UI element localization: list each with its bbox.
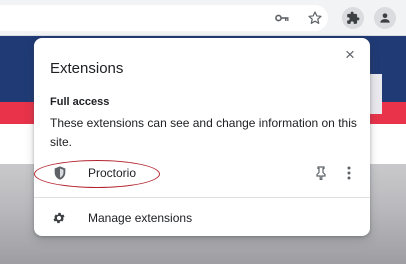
- shield-icon: [52, 165, 68, 181]
- page-header-element: [368, 74, 382, 114]
- browser-toolbar: [0, 0, 406, 36]
- extensions-popup: × Extensions Full access These extension…: [34, 38, 370, 236]
- puzzle-icon[interactable]: [342, 7, 364, 29]
- pin-icon[interactable]: [312, 164, 330, 182]
- manage-extensions-label: Manage extensions: [88, 211, 193, 225]
- extension-row-proctorio[interactable]: Proctorio: [34, 154, 370, 192]
- popup-title: Extensions: [50, 60, 124, 77]
- full-access-description: These extensions can see and change info…: [50, 116, 357, 149]
- profile-icon[interactable]: [374, 7, 396, 29]
- gear-icon: [52, 211, 66, 225]
- popup-divider: [34, 197, 370, 198]
- extension-name: Proctorio: [88, 166, 137, 180]
- manage-extensions-button[interactable]: Manage extensions: [34, 204, 370, 232]
- star-icon[interactable]: [304, 7, 326, 29]
- key-icon[interactable]: [271, 7, 293, 29]
- close-button[interactable]: ×: [342, 46, 358, 63]
- more-options-icon[interactable]: [340, 164, 358, 182]
- full-access-heading: Full access: [50, 96, 110, 108]
